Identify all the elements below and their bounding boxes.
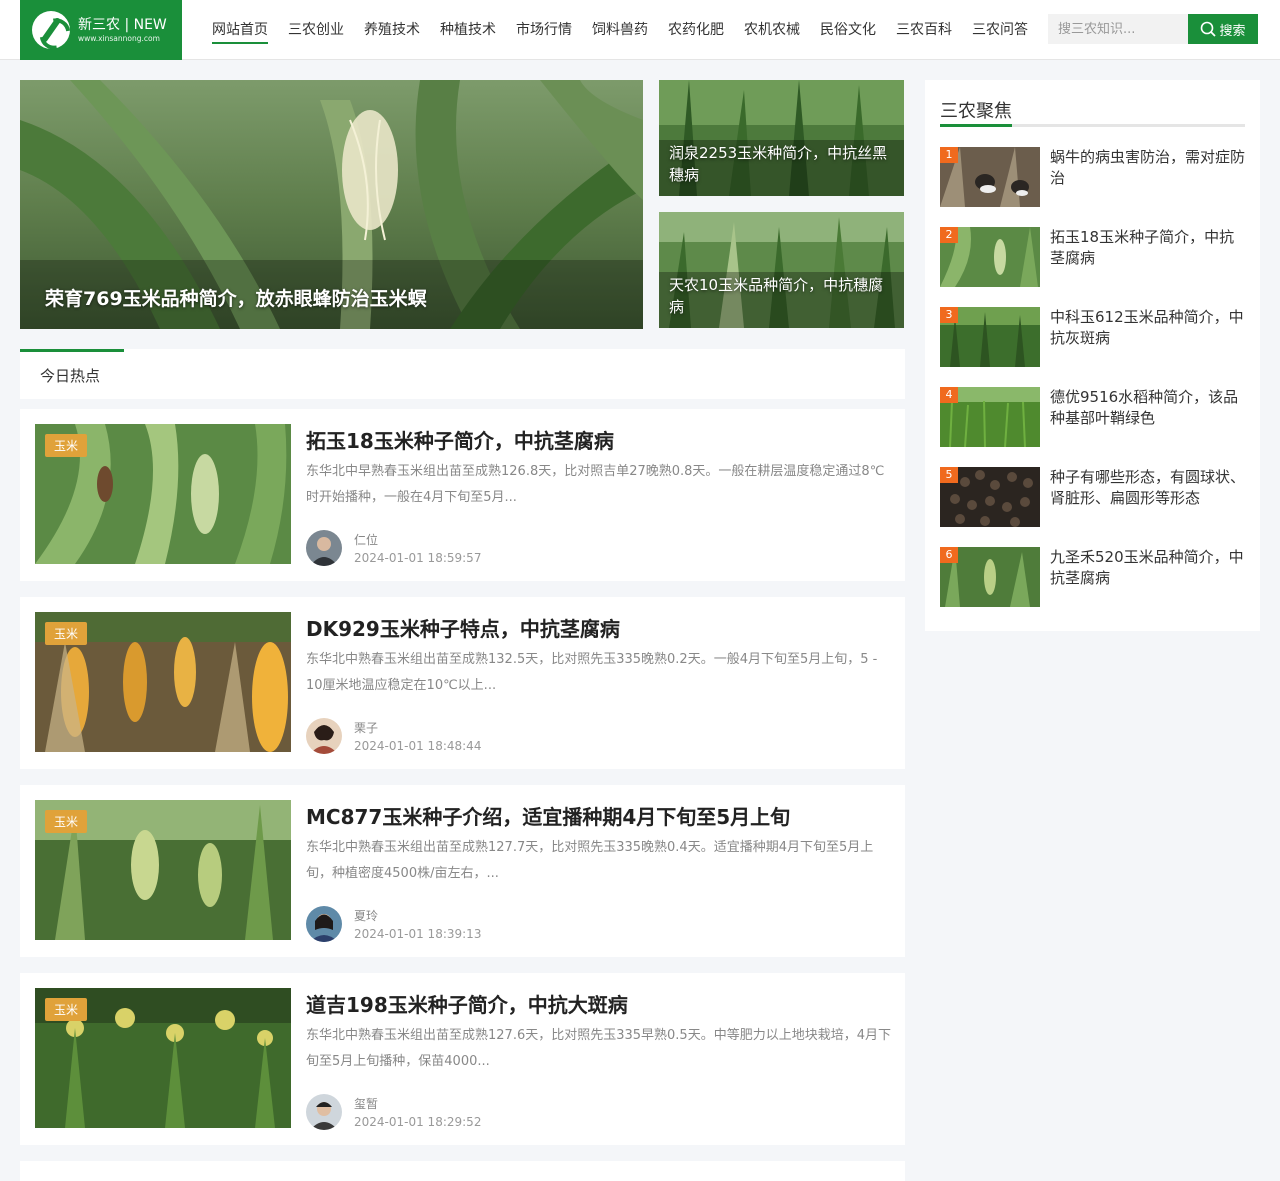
author-name: 仁位: [354, 533, 379, 547]
sidebar-list-item[interactable]: 6 九圣禾520玉米品种简介，中抗茎腐病: [940, 547, 1245, 607]
sidebar-thumbnail[interactable]: 1: [940, 147, 1040, 207]
hero-side-title: 天农10玉米品种简介，中抗穗腐病: [669, 276, 884, 316]
category-tag[interactable]: 玉米: [45, 998, 88, 1021]
article-title[interactable]: 道吉198玉米种子简介，中抗大斑病: [306, 989, 628, 1018]
sidebar-thumbnail[interactable]: 2: [940, 227, 1040, 287]
category-tag[interactable]: 玉米: [45, 434, 88, 457]
focus-sidebar: 三农聚焦 1 蜗牛的病虫害防治，需对症防治 2 拓玉18玉米种子简介，中抗茎腐病: [925, 80, 1260, 631]
hot-section-header: 今日热点: [20, 349, 905, 399]
nav-item-qa[interactable]: 三农问答: [972, 0, 1028, 60]
sidebar-list-item[interactable]: 5 种子有哪些形态，有圆球状、肾脏形、扁圆形等形态: [940, 467, 1245, 527]
sidebar-item-title[interactable]: 德优9516水稻种简介，该品种基部叶鞘绿色: [1050, 387, 1246, 429]
nav-item-feed[interactable]: 饲料兽药: [592, 0, 648, 60]
rank-badge: 6: [940, 547, 958, 563]
site-logo[interactable]: 新三农 | NEW www.xinsannong.com: [20, 0, 182, 60]
article-title[interactable]: 拓玉18玉米种子简介，中抗茎腐病: [306, 425, 614, 454]
hero-side-card[interactable]: 天农10玉米品种简介，中抗穗腐病: [659, 212, 904, 328]
article-excerpt: 东华北中熟春玉米组出苗至成熟127.6天，比对照先玉335早熟0.5天。中等肥力…: [306, 1028, 891, 1069]
nav-item-market[interactable]: 市场行情: [516, 0, 572, 60]
sidebar-title: 三农聚焦: [940, 101, 1012, 122]
rank-badge: 2: [940, 227, 958, 243]
sidebar-list-item[interactable]: 1 蜗牛的病虫害防治，需对症防治: [940, 147, 1245, 207]
article-title[interactable]: MC877玉米种子介绍，适宜播种期4月下旬至5月上旬: [306, 801, 790, 830]
hero-main-card[interactable]: 荣育769玉米品种简介，放赤眼蜂防治玉米螟: [20, 80, 643, 329]
rank-badge: 5: [940, 467, 958, 483]
publish-date: 2024-01-01 18:29:52: [354, 1115, 482, 1129]
article-excerpt: 东华北中早熟春玉米组出苗至成熟126.8天，比对照吉单27晚熟0.8天。一般在耕…: [306, 464, 885, 505]
author-name: 玺暂: [354, 1097, 379, 1111]
article-excerpt: 东华北中熟春玉米组出苗至成熟127.7天，比对照先玉335晚熟0.4天。适宜播种…: [306, 840, 874, 881]
article-card[interactable]: [20, 1161, 905, 1181]
search-icon: [1201, 21, 1217, 37]
rank-badge: 4: [940, 387, 958, 403]
sidebar-item-title[interactable]: 九圣禾520玉米品种简介，中抗茎腐病: [1050, 547, 1246, 589]
nav-item-startup[interactable]: 三农创业: [288, 0, 344, 60]
publish-date: 2024-01-01 18:48:44: [354, 739, 482, 753]
nav-item-planting[interactable]: 种植技术: [440, 0, 496, 60]
hero-main-title: 荣育769玉米品种简介，放赤眼蜂防治玉米螟: [45, 288, 427, 310]
sidebar-list-item[interactable]: 2 拓玉18玉米种子简介，中抗茎腐病: [940, 227, 1245, 287]
category-tag[interactable]: 玉米: [45, 622, 88, 645]
hot-section-title: 今日热点: [40, 367, 101, 385]
site-header: 新三农 | NEW www.xinsannong.com 网站首页 三农创业 养…: [0, 0, 1280, 60]
author-avatar: [306, 1094, 342, 1130]
author-avatar: [306, 530, 342, 566]
nav-item-encyclopedia[interactable]: 三农百科: [896, 0, 952, 60]
sidebar-thumbnail[interactable]: 3: [940, 307, 1040, 367]
sidebar-list-item[interactable]: 4 德优9516水稻种简介，该品种基部叶鞘绿色: [940, 387, 1245, 447]
sidebar-item-title[interactable]: 蜗牛的病虫害防治，需对症防治: [1050, 147, 1246, 189]
sidebar-list-item[interactable]: 3 中科玉612玉米品种简介，中抗灰斑病: [940, 307, 1245, 367]
nav-item-folk[interactable]: 民俗文化: [820, 0, 876, 60]
main-nav: 网站首页 三农创业 养殖技术 种植技术 市场行情 饲料兽药 农药化肥 农机农械 …: [212, 0, 1048, 60]
author-avatar: [306, 906, 342, 942]
search-button[interactable]: 搜索: [1188, 14, 1258, 44]
sidebar-item-title[interactable]: 中科玉612玉米品种简介，中抗灰斑病: [1050, 307, 1246, 349]
article-thumbnail[interactable]: 玉米: [35, 988, 291, 1128]
author-name: 夏玲: [354, 909, 379, 923]
sidebar-thumbnail[interactable]: 6: [940, 547, 1040, 607]
search-input[interactable]: [1048, 14, 1188, 44]
sidebar-item-title[interactable]: 拓玉18玉米种子简介，中抗茎腐病: [1050, 227, 1246, 269]
logo-url: www.xinsannong.com: [78, 34, 160, 43]
category-tag[interactable]: 玉米: [45, 810, 88, 833]
hero-side-title: 润泉2253玉米种简介，中抗丝黑穗病: [669, 144, 888, 184]
hero-side-card[interactable]: 润泉2253玉米种简介，中抗丝黑穗病: [659, 80, 904, 196]
author-avatar: [306, 718, 342, 754]
publish-date: 2024-01-01 18:59:57: [354, 551, 482, 565]
publish-date: 2024-01-01 18:39:13: [354, 927, 482, 941]
sidebar-thumbnail[interactable]: 5: [940, 467, 1040, 527]
article-card[interactable]: 玉米 拓玉18玉米种子简介，中抗茎腐病 东华北中早熟春玉米组出苗至成熟126.8…: [20, 409, 905, 581]
nav-item-machinery[interactable]: 农机农械: [744, 0, 800, 60]
sidebar-thumbnail[interactable]: 4: [940, 387, 1040, 447]
article-card[interactable]: 玉米 MC877玉米种子介绍，适宜播种期4月下旬至5月上旬 东华北中熟春玉米组出…: [20, 785, 905, 957]
logo-title: 新三农 | NEW: [78, 17, 167, 33]
article-thumbnail[interactable]: 玉米: [35, 800, 291, 940]
nav-item-home[interactable]: 网站首页: [212, 0, 268, 60]
nav-item-breeding[interactable]: 养殖技术: [364, 0, 420, 60]
rank-badge: 1: [940, 147, 958, 163]
logo-icon: [32, 11, 70, 49]
nav-item-fertilizer[interactable]: 农药化肥: [668, 0, 724, 60]
search-button-label: 搜索: [1219, 23, 1246, 39]
article-excerpt: 东华北中熟春玉米组出苗至成熟132.5天，比对照先玉335晚熟0.2天。一般4月…: [306, 652, 878, 693]
article-card[interactable]: 玉米 道吉198玉米种子简介，中抗大斑病 东华北中熟春玉米组出苗至成熟127.6…: [20, 973, 905, 1145]
author-name: 栗子: [354, 721, 379, 735]
article-title[interactable]: DK929玉米种子特点，中抗茎腐病: [306, 613, 620, 642]
article-thumbnail[interactable]: 玉米: [35, 612, 291, 752]
sidebar-divider: [940, 124, 1245, 127]
article-card[interactable]: 玉米 DK929玉米种子特点，中抗茎腐病 东华北中熟春玉米组出苗至成熟132.5…: [20, 597, 905, 769]
article-thumbnail[interactable]: 玉米: [35, 424, 291, 564]
rank-badge: 3: [940, 307, 958, 323]
sidebar-item-title[interactable]: 种子有哪些形态，有圆球状、肾脏形、扁圆形等形态: [1050, 467, 1246, 509]
